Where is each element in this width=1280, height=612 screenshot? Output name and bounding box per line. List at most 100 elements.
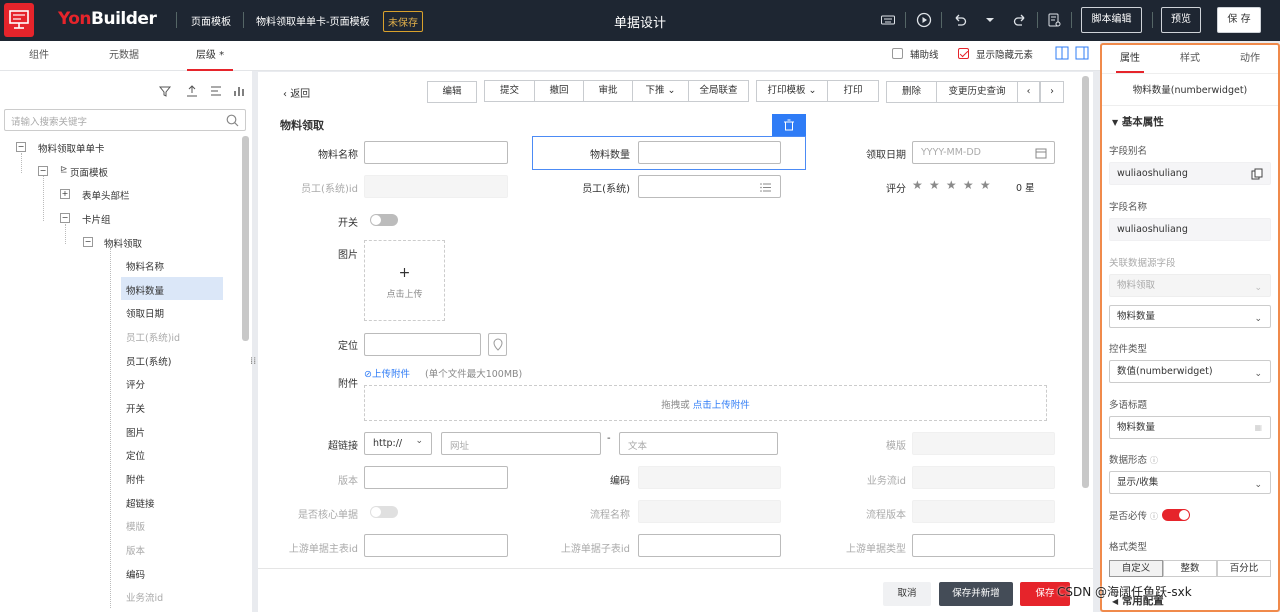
field-alias-input[interactable]: wuliaoshuliang — [1109, 162, 1271, 185]
upstream-main-id-input[interactable] — [364, 534, 508, 557]
format-custom[interactable]: 自定义 — [1109, 560, 1163, 577]
basic-props-header[interactable]: ▼ 基本属性 — [1112, 114, 1164, 129]
keyboard-icon[interactable] — [880, 12, 896, 28]
aux-lines-checkbox[interactable] — [892, 48, 903, 62]
tree-leaf[interactable]: 员工(系统) — [126, 354, 171, 368]
export-icon[interactable] — [185, 84, 199, 98]
tree-leaf[interactable]: 图片 — [126, 425, 145, 439]
tree-leaf[interactable]: 模版 — [126, 519, 145, 533]
tree-toggle[interactable]: + — [60, 189, 70, 199]
pick-date-input[interactable]: YYYY-MM-DD — [912, 141, 1055, 164]
document-settings-icon[interactable] — [1046, 12, 1062, 28]
data-form-select[interactable]: 显示/收集 ⌄ — [1109, 471, 1271, 494]
tree-scrollbar[interactable] — [242, 136, 249, 341]
attachment-dropzone[interactable]: 拖拽或 点击上传附件 — [364, 385, 1047, 421]
sort-icon[interactable] — [209, 84, 223, 98]
undo-icon[interactable] — [952, 12, 968, 28]
tree-node-root[interactable]: 物料领取单单卡 — [38, 141, 105, 155]
tree-leaf[interactable]: 业务流id — [126, 590, 163, 604]
history-button[interactable]: 变更历史查询 — [936, 81, 1018, 103]
tree-toggle[interactable]: − — [16, 142, 26, 152]
switch-toggle[interactable] — [370, 214, 398, 226]
tab-actions[interactable]: 动作 — [1222, 45, 1278, 73]
i18n-title-input[interactable]: 物料数量 ▦ — [1109, 416, 1271, 439]
upload-attachment-link[interactable]: ⊘上传附件 — [364, 366, 410, 380]
rating-stars[interactable]: ★ ★ ★ ★ ★ — [912, 178, 991, 192]
approve-button[interactable]: 审批 — [583, 80, 633, 102]
save-and-new-button[interactable]: 保存并新增 — [939, 582, 1013, 606]
tree-leaf[interactable]: 超链接 — [126, 496, 155, 510]
click-upload-link[interactable]: 点击上传附件 — [693, 400, 750, 411]
copy-icon[interactable] — [1251, 168, 1263, 180]
datasource-field-select[interactable]: 物料数量 ⌄ — [1109, 305, 1271, 328]
save-button[interactable]: 保 存 — [1217, 7, 1261, 33]
filter-icon[interactable] — [158, 84, 172, 98]
tab-styles[interactable]: 样式 — [1162, 45, 1218, 73]
control-type-select[interactable]: 数值(numberwidget) ⌄ — [1109, 360, 1271, 383]
material-qty-input[interactable] — [638, 141, 781, 164]
layout-split-icon[interactable] — [1055, 46, 1069, 63]
image-upload-box[interactable]: + 点击上传 — [364, 240, 445, 321]
tree-leaf[interactable]: 物料名称 — [126, 259, 164, 273]
push-down-button[interactable]: 下推 ⌄ — [632, 80, 689, 102]
help-icon[interactable]: ⓘ — [1150, 512, 1158, 521]
tree-node-page-template[interactable]: 页面模板 — [70, 165, 108, 179]
tree-leaf[interactable]: 定位 — [126, 448, 145, 462]
tab-hierarchy[interactable]: 层级 * — [172, 41, 248, 71]
print-button[interactable]: 打印 — [827, 80, 879, 102]
version-input[interactable] — [364, 466, 508, 489]
location-input[interactable] — [364, 333, 481, 356]
url-input[interactable]: 网址 — [441, 432, 601, 455]
tree-leaf[interactable]: 开关 — [126, 401, 145, 415]
show-hidden-checkbox[interactable] — [958, 48, 969, 62]
global-query-button[interactable]: 全局联查 — [688, 80, 749, 102]
tree-leaf[interactable]: 编码 — [126, 567, 145, 581]
chart-icon[interactable] — [232, 84, 246, 98]
preview-button[interactable]: 预览 — [1161, 7, 1201, 33]
star-icon[interactable]: ★ — [912, 178, 923, 192]
next-record-button[interactable]: › — [1040, 81, 1064, 103]
star-icon[interactable]: ★ — [946, 178, 957, 192]
upstream-sub-id-input[interactable] — [638, 534, 781, 557]
tab-metadata[interactable]: 元数据 — [86, 41, 162, 71]
canvas-scrollbar[interactable] — [1082, 76, 1089, 488]
tree-search-input[interactable]: 请输入搜索关键字 — [4, 109, 246, 131]
prev-record-button[interactable]: ‹ — [1017, 81, 1040, 103]
material-name-input[interactable] — [364, 141, 508, 164]
help-icon[interactable]: ⓘ — [1150, 456, 1158, 465]
tree-leaf[interactable]: 附件 — [126, 472, 145, 486]
submit-button[interactable]: 提交 — [484, 80, 535, 102]
tree-leaf-selected[interactable]: 物料数量 — [126, 283, 164, 297]
star-icon[interactable]: ★ — [980, 178, 991, 192]
format-percent[interactable]: 百分比 — [1217, 560, 1271, 577]
resize-handle-icon[interactable]: ⁞⁞ — [250, 356, 256, 367]
redo-icon[interactable] — [1012, 12, 1028, 28]
tab-components[interactable]: 组件 — [0, 41, 78, 71]
tree-leaf[interactable]: 评分 — [126, 377, 145, 391]
location-picker-button[interactable] — [488, 333, 507, 356]
withdraw-button[interactable]: 撤回 — [534, 80, 584, 102]
upstream-type-input[interactable] — [912, 534, 1055, 557]
edit-button[interactable]: 编辑 — [427, 81, 477, 103]
tree-node-header-bar[interactable]: 表单头部栏 — [82, 188, 130, 202]
star-icon[interactable]: ★ — [963, 178, 974, 192]
play-icon[interactable] — [916, 12, 932, 28]
tree-node-card-group[interactable]: 卡片组 — [82, 212, 111, 226]
tree-toggle[interactable]: − — [83, 237, 93, 247]
print-template-button[interactable]: 打印模板 ⌄ — [756, 80, 828, 102]
tree-toggle[interactable]: − — [38, 166, 48, 176]
tree-leaf[interactable]: 版本 — [126, 543, 145, 557]
tree-leaf[interactable]: 领取日期 — [126, 306, 164, 320]
format-integer[interactable]: 整数 — [1163, 560, 1217, 577]
protocol-select[interactable]: http://⌄ — [364, 432, 432, 455]
tree-leaf[interactable]: 员工(系统)id — [126, 330, 180, 344]
chevron-down-icon[interactable] — [982, 12, 998, 28]
required-toggle[interactable] — [1162, 509, 1190, 521]
delete-field-button[interactable] — [772, 114, 806, 136]
link-text-input[interactable]: 文本 — [619, 432, 778, 455]
script-edit-button[interactable]: 脚本编辑 — [1081, 7, 1142, 33]
layout-columns-icon[interactable] — [1075, 46, 1089, 63]
tree-node-material-pick[interactable]: 物料领取 — [104, 236, 142, 250]
globe-icon[interactable]: ▦ — [1254, 417, 1262, 438]
tree-toggle[interactable]: − — [60, 213, 70, 223]
